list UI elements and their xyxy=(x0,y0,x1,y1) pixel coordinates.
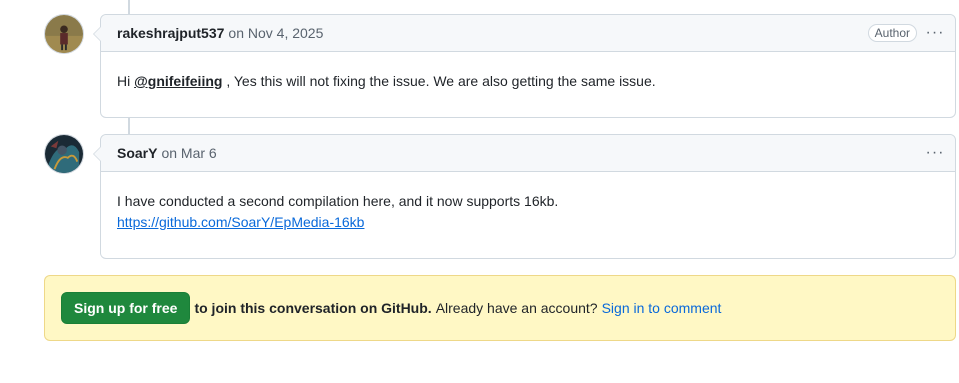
avatar[interactable] xyxy=(44,14,84,54)
avatar[interactable] xyxy=(44,134,84,174)
comment-body: I have conducted a second compilation he… xyxy=(101,172,955,249)
comment-text-prefix: Hi xyxy=(117,73,135,89)
sign-up-button[interactable]: Sign up for free xyxy=(61,292,191,324)
comment: rakeshrajput537 on Nov 4, 2025 Author ··… xyxy=(93,14,956,118)
comment-text-suffix: , Yes this will not fixing the issue. We… xyxy=(222,73,656,89)
sign-in-link[interactable]: Sign in to comment xyxy=(602,300,722,316)
comment-timestamp[interactable]: on Nov 4, 2025 xyxy=(228,25,323,41)
comment-body: Hi @gnifeifeiing , Yes this will not fix… xyxy=(101,52,955,108)
more-options-icon[interactable]: ··· xyxy=(925,23,945,43)
comment: SoarY on Mar 6 ··· I have conducted a se… xyxy=(93,134,956,259)
comment-timestamp[interactable]: on Mar 6 xyxy=(161,145,216,161)
user-avatar-image xyxy=(45,15,83,53)
author-badge: Author xyxy=(867,24,917,42)
comment-author[interactable]: rakeshrajput537 xyxy=(117,25,224,41)
repo-link[interactable]: https://github.com/SoarY/EpMedia-16kb xyxy=(117,214,364,230)
signup-banner: Sign up for free to join this conversati… xyxy=(44,275,956,341)
comment-text: I have conducted a second compilation he… xyxy=(117,193,559,209)
have-account-text: Already have an account? xyxy=(435,300,598,316)
comment-author[interactable]: SoarY xyxy=(117,145,157,161)
join-conversation-text: to join this conversation on GitHub. xyxy=(194,300,432,316)
user-mention-link[interactable]: @gnifeifeiing xyxy=(134,73,222,89)
more-options-icon[interactable]: ··· xyxy=(925,143,945,163)
user-avatar-image xyxy=(45,135,83,173)
comment-header: rakeshrajput537 on Nov 4, 2025 Author ··… xyxy=(101,15,955,52)
comment-header: SoarY on Mar 6 ··· xyxy=(101,135,955,172)
